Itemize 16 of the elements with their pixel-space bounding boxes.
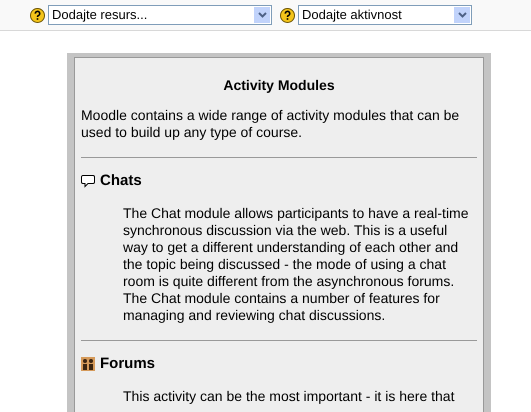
help-icon[interactable] bbox=[30, 8, 45, 22]
help-icon[interactable] bbox=[280, 8, 295, 22]
forum-icon bbox=[81, 357, 95, 371]
chevron-icon[interactable] bbox=[254, 7, 270, 23]
intro-text: Moodle contains a wide range of activity modules that can be used to build up any type of course. bbox=[81, 107, 460, 141]
chevron-icon[interactable] bbox=[454, 7, 470, 23]
section-text: This activity can be the most important - it is here that bbox=[123, 388, 456, 405]
dropdown[interactable]: Dodajte aktivnost bbox=[298, 5, 472, 25]
section-text: The Chat module allows participants to have a real-time synchronous discussion via the web. This is a useful way to get a different understanding of each other and the topic being discussed - the mode of using a chat room is quite different from the asynchronous forums. The Chat module contains a number of features for managing and reviewing chat discussions. bbox=[123, 205, 470, 324]
dropdown-value: Dodajte resurs... bbox=[52, 6, 148, 24]
dropdown-value: Dodajte aktivnost bbox=[302, 6, 402, 24]
panel-title: Activity Modules bbox=[222, 76, 336, 95]
speech-bubble-icon bbox=[81, 174, 95, 188]
dropdown[interactable]: Dodajte resurs... bbox=[48, 5, 272, 25]
section-heading: Chats bbox=[100, 172, 142, 190]
section-heading: Forums bbox=[100, 355, 156, 373]
